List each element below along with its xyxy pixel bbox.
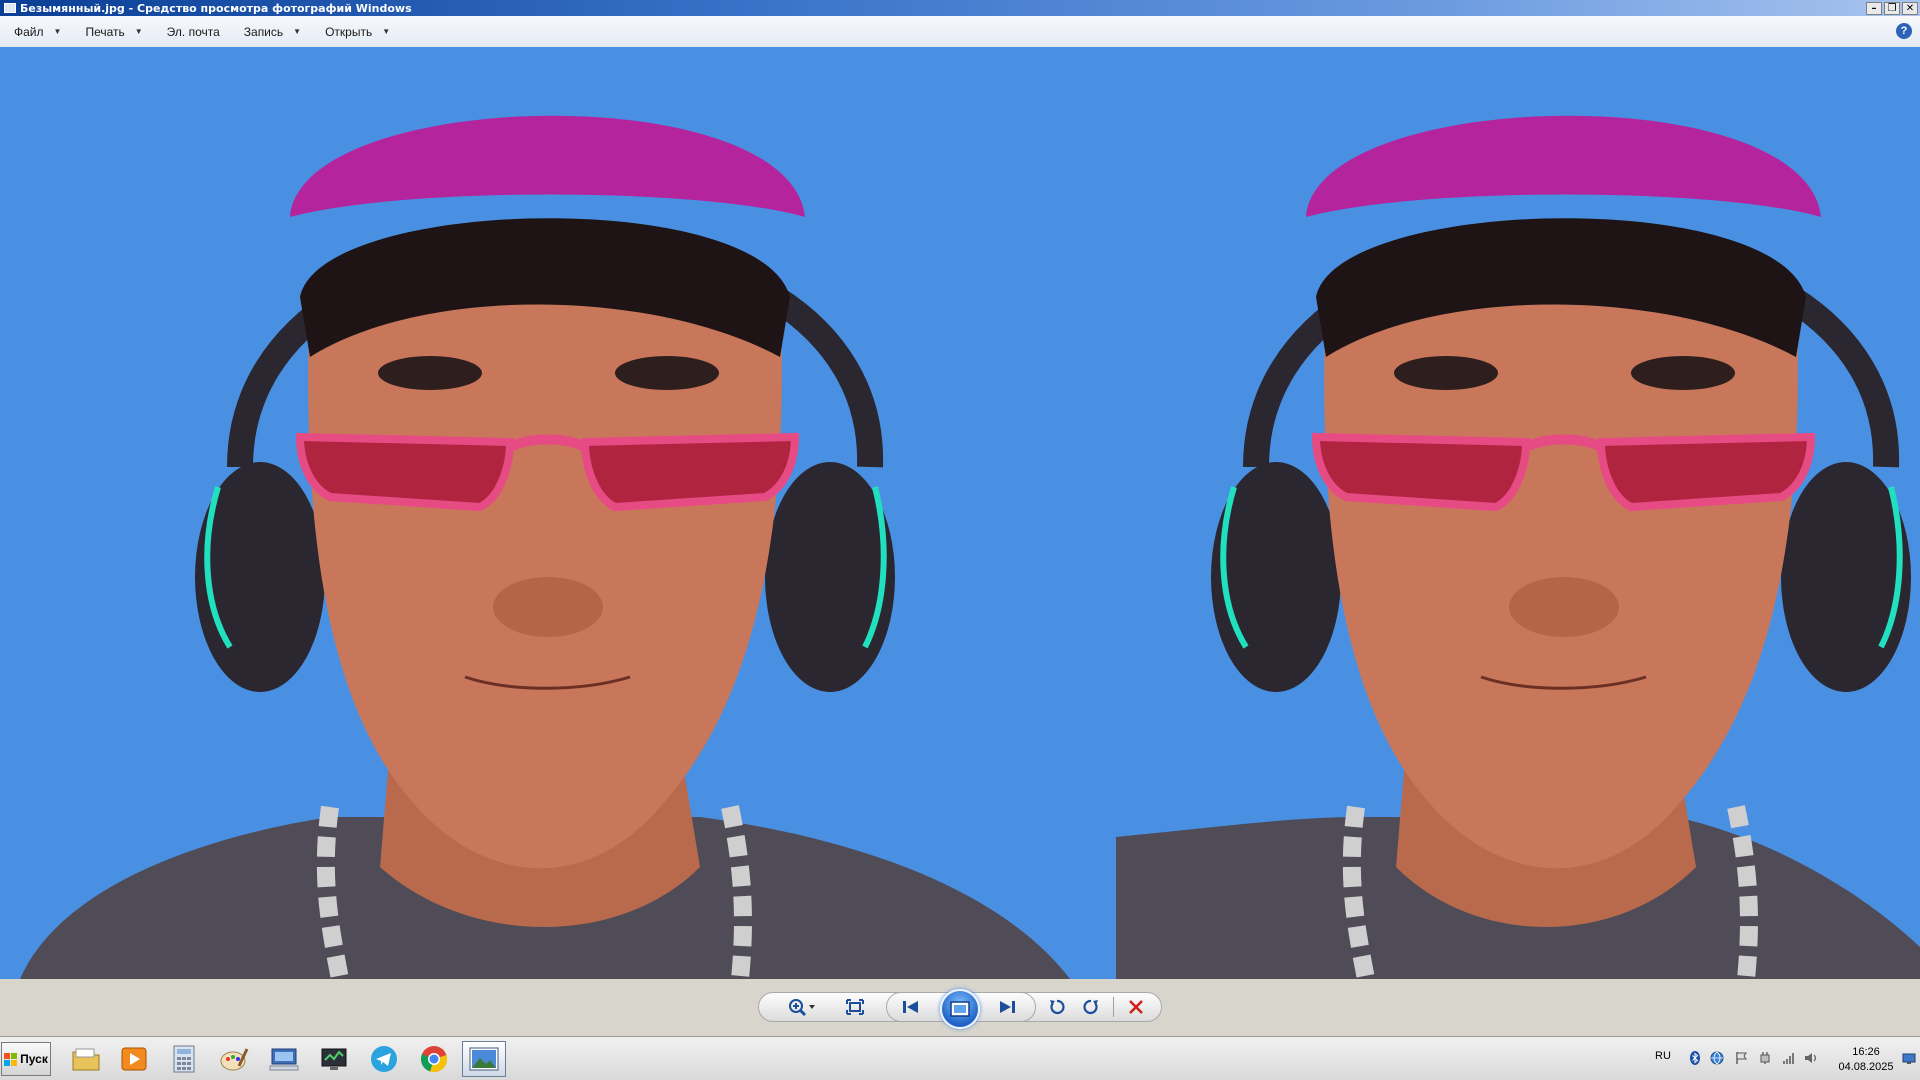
restore-button[interactable]: ❐ bbox=[1884, 1, 1900, 15]
window-title: Безымянный.jpg - Средство просмотра фото… bbox=[20, 1, 412, 15]
slideshow-icon[interactable] bbox=[940, 989, 980, 1029]
flag-icon[interactable] bbox=[1734, 1051, 1748, 1065]
paint-icon[interactable] bbox=[212, 1041, 256, 1077]
taskbar-clock[interactable]: 16:26 04.08.2025 bbox=[1831, 1045, 1901, 1075]
clock-time: 16:26 bbox=[1852, 1046, 1880, 1058]
bluetooth-icon[interactable] bbox=[1688, 1051, 1702, 1065]
chevron-down-icon: ▼ bbox=[53, 27, 62, 36]
menu-email[interactable]: Эл. почта bbox=[153, 25, 230, 39]
clock-date: 04.08.2025 bbox=[1838, 1061, 1894, 1073]
controls-divider bbox=[1113, 997, 1114, 1017]
chevron-down-icon: ▼ bbox=[134, 27, 143, 36]
start-label: Пуск bbox=[20, 1052, 48, 1066]
power-plug-icon[interactable] bbox=[1758, 1051, 1772, 1065]
help-icon[interactable]: ? bbox=[1896, 23, 1912, 39]
windows-logo-icon bbox=[4, 1052, 18, 1066]
file-explorer-icon[interactable] bbox=[64, 1041, 108, 1077]
telegram-icon[interactable] bbox=[362, 1041, 406, 1077]
menu-email-label: Эл. почта bbox=[166, 24, 220, 39]
taskbar: Пуск RU 16:26 04.08.2025 bbox=[0, 1036, 1920, 1080]
start-button[interactable]: Пуск bbox=[1, 1042, 51, 1076]
chevron-down-icon: ▼ bbox=[293, 27, 302, 36]
show-desktop-icon[interactable] bbox=[1902, 1051, 1916, 1065]
media-player-icon[interactable] bbox=[112, 1041, 156, 1077]
remote-desktop-icon[interactable] bbox=[262, 1041, 306, 1077]
menu-file[interactable]: Файл ▼ bbox=[0, 25, 71, 39]
title-bar: Безымянный.jpg - Средство просмотра фото… bbox=[0, 0, 1920, 16]
menu-print-label: Печать bbox=[85, 24, 125, 39]
menu-burn-label: Запись bbox=[243, 24, 284, 39]
menu-bar: Файл ▼ Печать ▼ Эл. почта Запись ▼ Откры… bbox=[0, 16, 1920, 48]
calculator-icon[interactable] bbox=[162, 1041, 206, 1077]
fit-to-window-icon[interactable] bbox=[842, 995, 868, 1019]
photo-viewer-icon[interactable] bbox=[462, 1041, 506, 1077]
close-button[interactable]: ✕ bbox=[1902, 1, 1918, 15]
next-icon[interactable] bbox=[994, 995, 1020, 1019]
volume-icon[interactable] bbox=[1804, 1051, 1818, 1065]
menu-burn[interactable]: Запись ▼ bbox=[230, 25, 311, 39]
signal-strength-icon[interactable] bbox=[1782, 1051, 1796, 1065]
photo-viewer-app-icon bbox=[4, 3, 16, 13]
photo-display-area[interactable] bbox=[0, 47, 1920, 979]
menu-print[interactable]: Печать ▼ bbox=[71, 25, 152, 39]
chevron-down-icon: ▼ bbox=[382, 27, 391, 36]
menu-open[interactable]: Открыть ▼ bbox=[311, 25, 400, 39]
viewer-controls-bar bbox=[0, 979, 1920, 1036]
zoom-icon[interactable] bbox=[784, 995, 820, 1019]
window-controls: – ❐ ✕ bbox=[1866, 1, 1918, 15]
avatar-image-left bbox=[0, 47, 1116, 979]
minimize-button[interactable]: – bbox=[1866, 1, 1882, 15]
rotate-counterclockwise-icon[interactable] bbox=[1044, 995, 1070, 1019]
menu-file-label: Файл bbox=[14, 24, 44, 39]
menu-open-label: Открыть bbox=[325, 24, 373, 39]
network-monitor-icon[interactable] bbox=[312, 1041, 356, 1077]
avatar-image-right bbox=[1116, 47, 1920, 979]
chrome-icon[interactable] bbox=[412, 1041, 456, 1077]
rotate-clockwise-icon[interactable] bbox=[1078, 995, 1104, 1019]
network-globe-icon[interactable] bbox=[1710, 1051, 1724, 1065]
delete-icon[interactable] bbox=[1123, 995, 1149, 1019]
previous-icon[interactable] bbox=[898, 995, 924, 1019]
language-indicator[interactable]: RU bbox=[1655, 1050, 1671, 1062]
